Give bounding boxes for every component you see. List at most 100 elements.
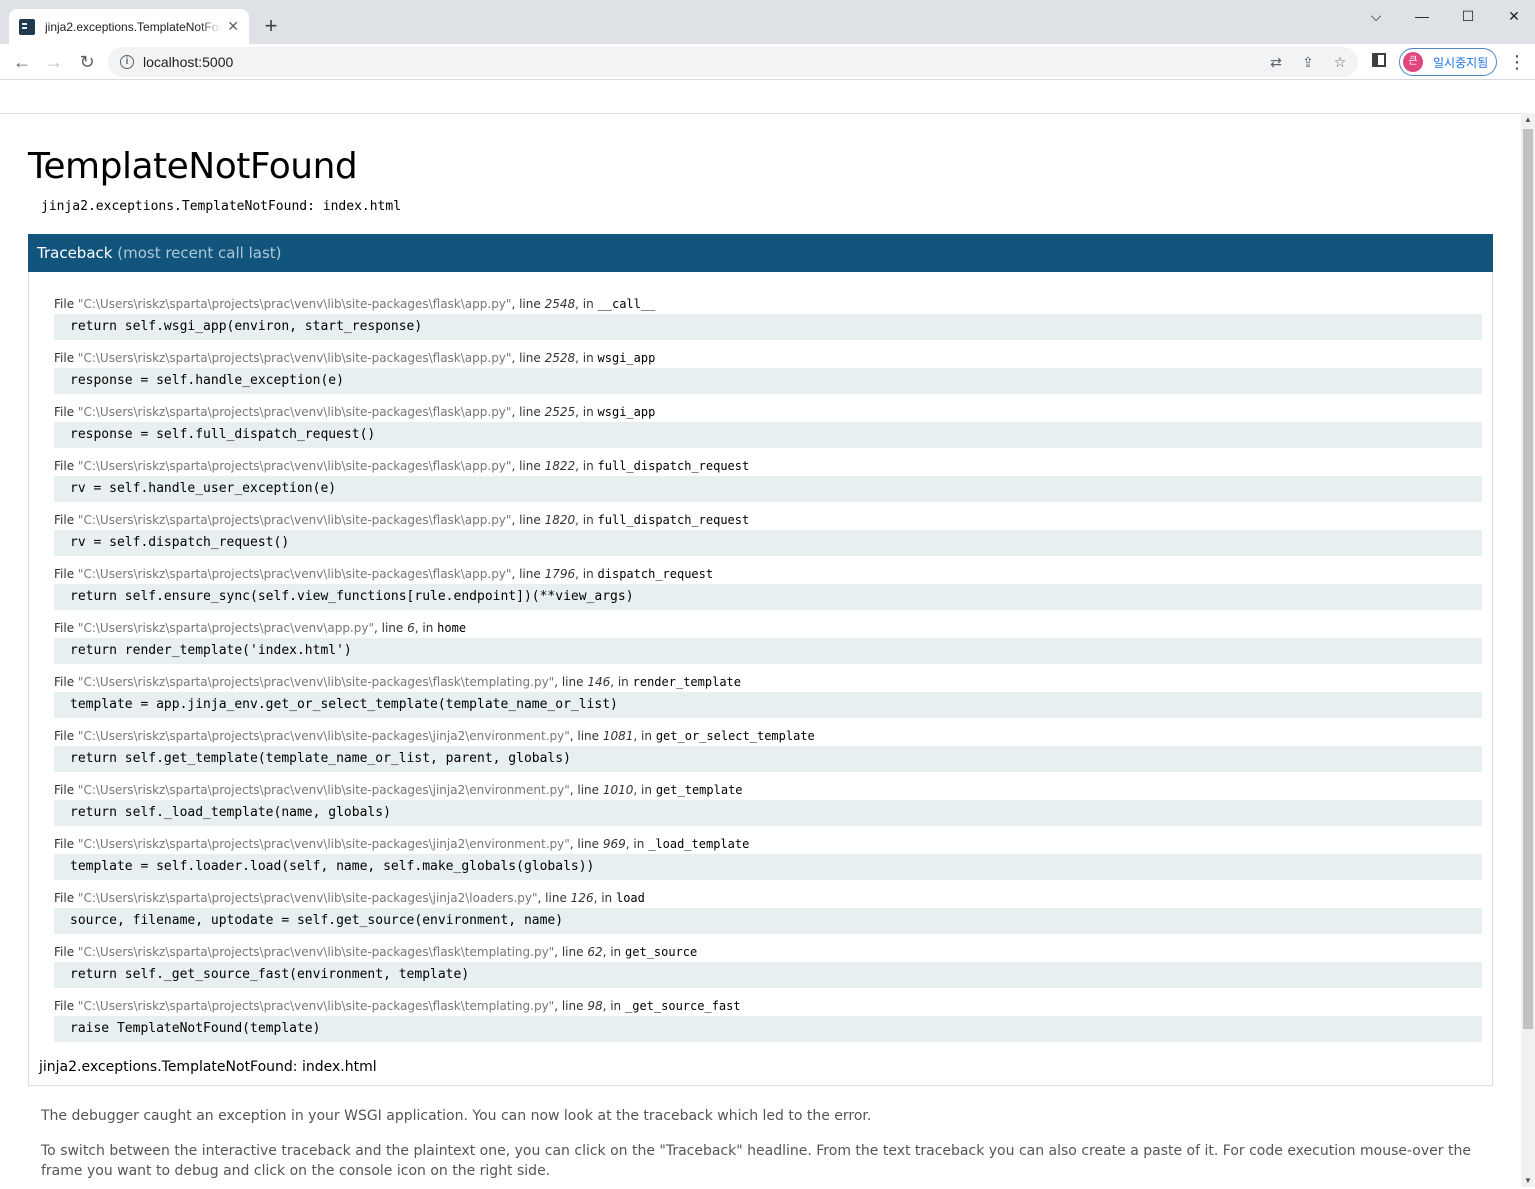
frame-filename: "C:\Users\riskz\sparta\projects\prac\ven… bbox=[77, 945, 555, 959]
traceback-frame[interactable]: File "C:\Users\riskz\sparta\projects\pra… bbox=[54, 457, 1482, 502]
frame-line-label: , line bbox=[511, 351, 541, 365]
frame-header: File "C:\Users\riskz\sparta\projects\pra… bbox=[54, 565, 1482, 583]
frame-file-label: File bbox=[54, 405, 75, 419]
frame-line-label: , line bbox=[554, 999, 584, 1013]
traceback-frame[interactable]: File "C:\Users\riskz\sparta\projects\pra… bbox=[54, 295, 1482, 340]
traceback-frame[interactable]: File "C:\Users\riskz\sparta\projects\pra… bbox=[54, 673, 1482, 718]
minimize-icon[interactable]: — bbox=[1407, 4, 1437, 28]
traceback-frame[interactable]: File "C:\Users\riskz\sparta\projects\pra… bbox=[54, 349, 1482, 394]
frame-function: __call__ bbox=[597, 297, 656, 311]
frame-filename: "C:\Users\riskz\sparta\projects\prac\ven… bbox=[77, 999, 555, 1013]
frame-file-label: File bbox=[54, 999, 75, 1013]
scroll-down-icon[interactable]: ▼ bbox=[1524, 1176, 1532, 1185]
frame-header: File "C:\Users\riskz\sparta\projects\pra… bbox=[54, 781, 1482, 799]
frame-line-number: 1822 bbox=[544, 459, 576, 473]
frame-file-label: File bbox=[54, 891, 75, 905]
traceback-frame[interactable]: File "C:\Users\riskz\sparta\projects\pra… bbox=[54, 619, 1482, 664]
frame-filename: "C:\Users\riskz\sparta\projects\prac\ven… bbox=[77, 729, 570, 743]
maximize-icon[interactable]: ☐ bbox=[1453, 4, 1483, 28]
traceback-frame[interactable]: File "C:\Users\riskz\sparta\projects\pra… bbox=[54, 889, 1482, 934]
frame-line-label: , line bbox=[569, 837, 600, 851]
traceback-frame[interactable]: File "C:\Users\riskz\sparta\projects\pra… bbox=[54, 997, 1482, 1042]
traceback-frame[interactable]: File "C:\Users\riskz\sparta\projects\pra… bbox=[54, 781, 1482, 826]
page-title: TemplateNotFound bbox=[28, 146, 358, 187]
traceback-frame[interactable]: File "C:\Users\riskz\sparta\projects\pra… bbox=[54, 943, 1482, 988]
frame-function: get_template bbox=[655, 783, 743, 797]
frame-line-label: , line bbox=[569, 783, 600, 797]
frame-header: File "C:\Users\riskz\sparta\projects\pra… bbox=[54, 997, 1482, 1015]
frame-code-line[interactable]: return self._load_template(name, globals… bbox=[54, 800, 1482, 826]
frame-header: File "C:\Users\riskz\sparta\projects\pra… bbox=[54, 835, 1482, 853]
profile-label: 일시중지됨 bbox=[1433, 55, 1489, 70]
frame-code-line[interactable]: response = self.handle_exception(e) bbox=[54, 368, 1482, 394]
frame-filename: "C:\Users\riskz\sparta\projects\prac\ven… bbox=[77, 405, 512, 419]
frame-header: File "C:\Users\riskz\sparta\projects\pra… bbox=[54, 295, 1482, 313]
window-close-icon[interactable]: ✕ bbox=[1499, 4, 1529, 28]
frame-in-label: , in bbox=[610, 675, 629, 689]
traceback-header[interactable]: Traceback (most recent call last) bbox=[28, 234, 1493, 272]
tab-strip: jinja2.exceptions.TemplateNotFound: inde… bbox=[0, 0, 1535, 44]
terminal-favicon-icon bbox=[19, 18, 35, 35]
frame-header: File "C:\Users\riskz\sparta\projects\pra… bbox=[54, 349, 1482, 367]
scroll-up-icon[interactable]: ▲ bbox=[1524, 115, 1532, 124]
frame-code-line[interactable]: rv = self.dispatch_request() bbox=[54, 530, 1482, 556]
browser-tab[interactable]: jinja2.exceptions.TemplateNotFound: inde… bbox=[9, 9, 249, 44]
scrollbar[interactable]: ▲ ▼ bbox=[1521, 113, 1535, 1187]
frame-code-line[interactable]: rv = self.handle_user_exception(e) bbox=[54, 476, 1482, 502]
traceback-frame[interactable]: File "C:\Users\riskz\sparta\projects\pra… bbox=[54, 565, 1482, 610]
info-icon[interactable]: i bbox=[120, 55, 134, 69]
frame-code-line[interactable]: return self.ensure_sync(self.view_functi… bbox=[54, 584, 1482, 610]
frame-header: File "C:\Users\riskz\sparta\projects\pra… bbox=[54, 943, 1482, 961]
profile-button[interactable]: 큰 일시중지됨 bbox=[1399, 48, 1497, 76]
scroll-thumb[interactable] bbox=[1523, 129, 1533, 1029]
frame-filename: "C:\Users\riskz\sparta\projects\prac\ven… bbox=[77, 567, 512, 581]
frame-file-label: File bbox=[54, 729, 75, 743]
frame-code-line[interactable]: return render_template('index.html') bbox=[54, 638, 1482, 664]
frame-code-line[interactable]: template = app.jinja_env.get_or_select_t… bbox=[54, 692, 1482, 718]
explanation: The debugger caught an exception in your… bbox=[41, 1106, 1493, 1181]
frame-filename: "C:\Users\riskz\sparta\projects\prac\ven… bbox=[77, 891, 538, 905]
traceback-body: File "C:\Users\riskz\sparta\projects\pra… bbox=[28, 272, 1493, 1086]
frame-code-line[interactable]: return self._get_source_fast(environment… bbox=[54, 962, 1482, 988]
frame-code-line[interactable]: raise TemplateNotFound(template) bbox=[54, 1016, 1482, 1042]
frame-in-label: , in bbox=[625, 837, 645, 851]
address-bar[interactable]: i localhost:5000 ⇄ ⇪ ☆ bbox=[108, 47, 1358, 77]
traceback-frame[interactable]: File "C:\Users\riskz\sparta\projects\pra… bbox=[54, 403, 1482, 448]
frame-line-number: 1010 bbox=[602, 783, 634, 797]
more-icon[interactable]: ⋮ bbox=[1508, 50, 1526, 74]
frame-filename: "C:\Users\riskz\sparta\projects\prac\ven… bbox=[77, 837, 570, 851]
traceback-sub: (most recent call last) bbox=[117, 244, 282, 262]
frame-header: File "C:\Users\riskz\sparta\projects\pra… bbox=[54, 619, 1482, 637]
share-icon[interactable]: ⇪ bbox=[1298, 52, 1318, 72]
back-icon[interactable]: ← bbox=[10, 50, 34, 74]
frame-file-label: File bbox=[54, 783, 75, 797]
reload-icon[interactable]: ↻ bbox=[75, 50, 99, 74]
translate-icon[interactable]: ⇄ bbox=[1266, 52, 1286, 72]
frame-code-line[interactable]: template = self.loader.load(self, name, … bbox=[54, 854, 1482, 880]
frame-line-label: , line bbox=[511, 513, 541, 527]
frame-header: File "C:\Users\riskz\sparta\projects\pra… bbox=[54, 673, 1482, 691]
url-text[interactable]: localhost:5000 bbox=[143, 54, 233, 70]
frame-code-line[interactable]: response = self.full_dispatch_request() bbox=[54, 422, 1482, 448]
frame-function: home bbox=[437, 621, 467, 635]
tab-search-chevron-down-icon[interactable]: ⌵ bbox=[1361, 4, 1391, 28]
side-panel-icon[interactable] bbox=[1372, 53, 1386, 67]
star-icon[interactable]: ☆ bbox=[1330, 52, 1350, 72]
browser-toolbar: ← → ↻ i localhost:5000 ⇄ ⇪ ☆ 큰 일시중지됨 ⋮ bbox=[0, 44, 1535, 80]
frame-header: File "C:\Users\riskz\sparta\projects\pra… bbox=[54, 403, 1482, 421]
explanation-text-1: The debugger caught an exception in your… bbox=[41, 1108, 872, 1124]
traceback-frame[interactable]: File "C:\Users\riskz\sparta\projects\pra… bbox=[54, 835, 1482, 880]
forward-icon[interactable]: → bbox=[42, 50, 66, 74]
frame-file-label: File bbox=[54, 459, 75, 473]
tab-close-icon[interactable]: ✕ bbox=[227, 18, 239, 35]
traceback-frame[interactable]: File "C:\Users\riskz\sparta\projects\pra… bbox=[54, 727, 1482, 772]
frame-file-label: File bbox=[54, 621, 75, 635]
traceback-label[interactable]: Traceback bbox=[37, 244, 112, 262]
frame-code-line[interactable]: return self.wsgi_app(environ, start_resp… bbox=[54, 314, 1482, 340]
new-tab-plus-icon[interactable]: + bbox=[259, 14, 283, 38]
frame-in-label: , in bbox=[575, 567, 594, 581]
traceback-frame[interactable]: File "C:\Users\riskz\sparta\projects\pra… bbox=[54, 511, 1482, 556]
frame-code-line[interactable]: source, filename, uptodate = self.get_so… bbox=[54, 908, 1482, 934]
frame-line-label: , line bbox=[537, 891, 567, 905]
frame-code-line[interactable]: return self.get_template(template_name_o… bbox=[54, 746, 1482, 772]
